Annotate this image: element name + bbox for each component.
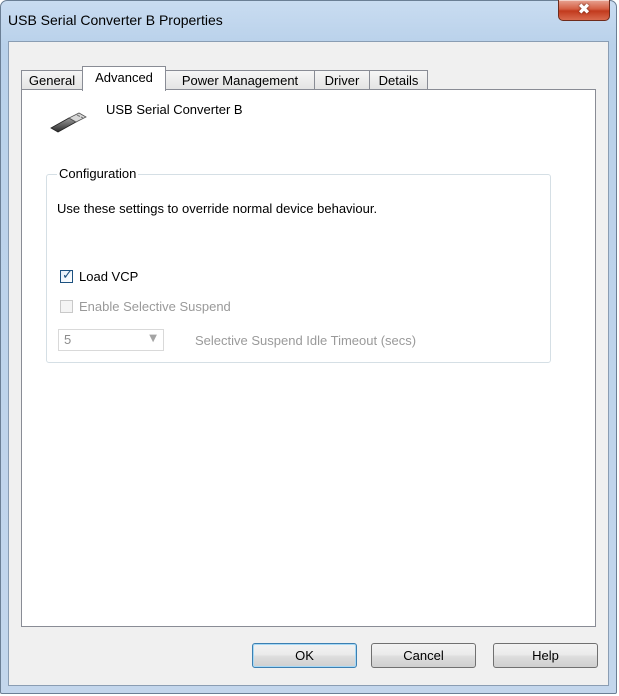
dialog-client-area: General Advanced Power Management Driver… [8,41,609,686]
tab-advanced[interactable]: Advanced [82,66,166,91]
cancel-button[interactable]: Cancel [371,643,476,668]
tab-power-management[interactable]: Power Management [165,70,315,90]
close-button[interactable]: ✖ [558,0,610,21]
idle-timeout-label: Selective Suspend Idle Timeout (secs) [195,333,417,348]
title-bar[interactable]: USB Serial Converter B Properties ✖ [1,0,616,41]
advanced-tab-panel: USB Serial Converter B Configuration Use… [21,89,596,627]
ok-button[interactable]: OK [252,643,357,668]
properties-window: USB Serial Converter B Properties ✖ Gene… [0,0,617,694]
configuration-group: Configuration Use these settings to over… [46,166,551,363]
help-button[interactable]: Help [493,643,598,668]
usb-plug-icon [50,112,87,133]
load-vcp-label[interactable]: Load VCP [79,269,138,284]
device-name: USB Serial Converter B [106,102,243,117]
configuration-legend: Configuration [57,166,139,181]
idle-timeout-value: 5 [64,332,72,347]
load-vcp-checkbox[interactable]: ✓ [60,268,73,283]
close-icon: ✖ [577,0,591,18]
tab-details[interactable]: Details [369,70,428,90]
selective-suspend-checkbox [60,300,73,313]
window-title: USB Serial Converter B Properties [8,12,223,28]
tab-general[interactable]: General [21,70,83,90]
selective-suspend-label: Enable Selective Suspend [79,299,231,314]
idle-timeout-select: 5 ▼ [58,329,164,351]
dropdown-arrow-icon: ▼ [149,333,157,344]
tab-driver[interactable]: Driver [314,70,370,90]
checkmark-icon: ✓ [62,268,73,283]
configuration-description: Use these settings to override normal de… [57,201,378,216]
